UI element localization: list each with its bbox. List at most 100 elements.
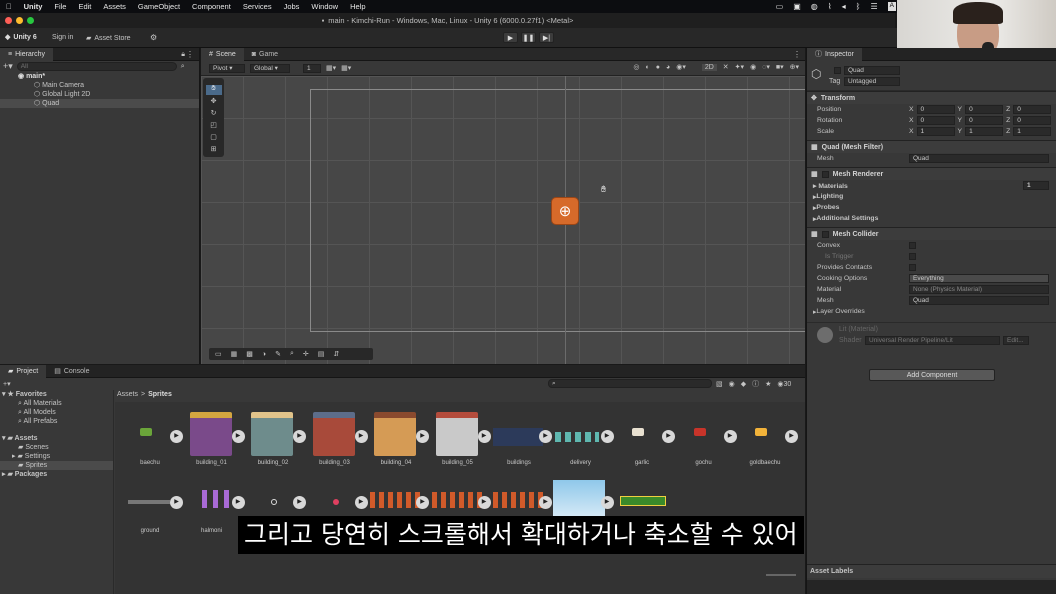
shading-dropdown-icon[interactable]: ◉▾ bbox=[676, 63, 686, 71]
tab-project[interactable]: ▰ Project bbox=[0, 364, 47, 378]
2d-toggle[interactable]: 2D bbox=[701, 63, 717, 71]
audio-toggle-icon[interactable]: ✕ bbox=[723, 63, 729, 71]
menu-edit[interactable]: Edit bbox=[78, 2, 91, 11]
asset-tile[interactable]: ▶ building_02 bbox=[243, 406, 306, 466]
project-search-input[interactable]: ⌕ bbox=[548, 379, 712, 388]
add-component-button[interactable]: Add Component bbox=[869, 369, 995, 381]
tab-console[interactable]: ▤ Console bbox=[46, 365, 97, 378]
position-x-field[interactable]: 0 bbox=[916, 105, 955, 114]
global-dropdown[interactable]: Global ▾ bbox=[250, 63, 290, 73]
add-icon[interactable]: +▾ bbox=[3, 61, 13, 72]
pivot-overlay-icon[interactable]: ✛ bbox=[303, 350, 309, 358]
light-overlay-icon[interactable]: ◑ bbox=[262, 351, 266, 358]
tag-dropdown[interactable]: Untagged bbox=[844, 77, 900, 86]
hierarchy-item-main-camera[interactable]: ⬡ Main Camera bbox=[0, 81, 199, 90]
active-checkbox[interactable] bbox=[834, 67, 841, 74]
asset-tile[interactable]: ▶ baechu bbox=[120, 406, 183, 466]
hand-tool-icon[interactable]: ✋︎ bbox=[205, 85, 222, 95]
quad-object[interactable]: ⊕ bbox=[551, 197, 579, 225]
scene-viewport[interactable]: ⊕ ✋︎ ✋︎ ✥ ↻ ◰ ▢ ⊞ ▭ ▦ ▩ ◑ ✎ ⌕ ✛ ▤ ⇵ bbox=[201, 76, 805, 364]
draw-mode-icon[interactable]: ◎ bbox=[633, 63, 639, 71]
sign-in-button[interactable]: Sign in bbox=[52, 34, 73, 41]
shading-wireframe-icon[interactable]: ◐ bbox=[646, 64, 650, 71]
lighting-foldout[interactable]: ▸ Lighting bbox=[807, 191, 1056, 202]
menu-component[interactable]: Component bbox=[192, 2, 231, 11]
object-name-field[interactable]: Quad bbox=[844, 66, 900, 75]
breadcrumb-sprites[interactable]: Sprites bbox=[148, 391, 172, 398]
materials-count-field[interactable]: 1 bbox=[1023, 181, 1049, 190]
search-scope-icon[interactable]: ▧ bbox=[716, 380, 723, 388]
shader-dropdown[interactable]: Universal Render Pipeline/Lit bbox=[865, 336, 1000, 345]
menu-assets[interactable]: Assets bbox=[103, 2, 126, 11]
asset-labels-bar[interactable]: Asset Labels bbox=[807, 564, 1056, 578]
mesh-renderer-header[interactable]: ▦ Mesh Renderer bbox=[807, 167, 1056, 180]
materials-foldout[interactable]: ▸ Materials 1 bbox=[807, 180, 1056, 191]
favorite-all-models[interactable]: ⌕ All Models bbox=[0, 408, 113, 417]
label-filter-icon[interactable]: ◆ bbox=[741, 380, 746, 388]
favorites-folder[interactable]: ▾ ★ Favorites bbox=[0, 390, 113, 399]
mesh-collider-enabled-checkbox[interactable] bbox=[821, 230, 829, 238]
import-log-icon[interactable]: ⓘ bbox=[752, 379, 759, 389]
panel-menu-icon[interactable]: ⋮ bbox=[793, 50, 801, 59]
menu-window[interactable]: Window bbox=[311, 2, 338, 11]
snap-settings-icon[interactable]: ▦▾ bbox=[341, 64, 351, 72]
favorite-all-materials[interactable]: ⌕ All Materials bbox=[0, 399, 113, 408]
asset-tile[interactable]: ▶ halmoni bbox=[182, 474, 245, 534]
folder-scenes[interactable]: ▰ Scenes bbox=[0, 443, 113, 452]
effects-icon[interactable]: ✦▾ bbox=[735, 63, 744, 71]
scene-item[interactable]: ◉ main* bbox=[0, 72, 199, 81]
add-asset-icon[interactable]: +▾ bbox=[3, 380, 11, 388]
mesh-collider-header[interactable]: ▦ Mesh Collider bbox=[807, 227, 1056, 240]
provides-contacts-checkbox[interactable] bbox=[909, 264, 916, 271]
asset-tile[interactable]: ▶ delivery bbox=[551, 406, 614, 466]
shader-edit-button[interactable]: Edit... bbox=[1003, 336, 1029, 345]
arrange-overlay-icon[interactable]: ⇵ bbox=[333, 350, 339, 358]
scale-z-field[interactable]: 1 bbox=[1013, 127, 1052, 136]
type-filter-icon[interactable]: ◉ bbox=[729, 380, 735, 388]
packages-folder[interactable]: ▸ ▰ Packages bbox=[0, 470, 113, 479]
minimize-window-button[interactable] bbox=[16, 17, 23, 24]
move-tool-icon[interactable]: ✥ bbox=[206, 97, 222, 107]
zoom-slider[interactable] bbox=[766, 574, 796, 576]
wifi-icon[interactable]: ⌇ bbox=[828, 2, 832, 11]
play-sprite-button[interactable]: ▶ bbox=[785, 430, 798, 443]
asset-tile[interactable]: ▶ ground bbox=[120, 474, 183, 534]
scale-tool-icon[interactable]: ◰ bbox=[206, 121, 222, 131]
asset-tile[interactable]: ▶ building_05 bbox=[428, 406, 491, 466]
folder-sprites[interactable]: ▰ Sprites bbox=[0, 461, 113, 470]
position-y-field[interactable]: 0 bbox=[965, 105, 1004, 114]
search-filter-icon[interactable]: ⌕ bbox=[181, 63, 185, 71]
stack-overlay-icon[interactable]: ▤ bbox=[318, 350, 325, 358]
tab-inspector[interactable]: ⓘ Inspector bbox=[807, 47, 862, 61]
hierarchy-item-quad[interactable]: ⬡ Quad bbox=[0, 99, 199, 108]
position-z-field[interactable]: 0 bbox=[1013, 105, 1052, 114]
additional-settings-foldout[interactable]: ▸ Additional Settings bbox=[807, 213, 1056, 224]
cooking-options-dropdown[interactable]: Everything bbox=[909, 274, 1049, 283]
physics-material-field[interactable]: None (Physics Material) bbox=[909, 285, 1049, 294]
rotation-x-field[interactable]: 0 bbox=[916, 116, 955, 125]
asset-tile[interactable]: ▶ building_04 bbox=[366, 406, 429, 466]
rotation-y-field[interactable]: 0 bbox=[965, 116, 1004, 125]
shading-shaded-icon[interactable]: ● bbox=[656, 64, 660, 71]
menu-file[interactable]: File bbox=[54, 2, 66, 11]
mesh-filter-mesh-field[interactable]: Quad bbox=[909, 154, 1049, 163]
cloud-settings-icon[interactable]: ⚙ bbox=[150, 33, 157, 42]
step-button[interactable]: ▶| bbox=[539, 32, 554, 43]
hidden-objects-icon[interactable]: ◉ bbox=[750, 63, 756, 71]
unity-account[interactable]: ◆ Unity 6 bbox=[5, 33, 37, 42]
rect-tool-icon[interactable]: ▢ bbox=[206, 133, 222, 143]
scale-y-field[interactable]: 1 bbox=[965, 127, 1004, 136]
pause-button[interactable]: ❚❚ bbox=[521, 32, 536, 43]
hierarchy-item-global-light[interactable]: ⬡ Global Light 2D bbox=[0, 90, 199, 99]
asset-store-button[interactable]: ▰ Asset Store bbox=[86, 34, 131, 43]
collider-mesh-field[interactable]: Quad bbox=[909, 296, 1049, 305]
app-menu[interactable]: Unity bbox=[24, 2, 43, 11]
zoom-overlay-icon[interactable]: ⌕ bbox=[290, 350, 294, 358]
record-icon[interactable]: ▭ bbox=[776, 2, 784, 11]
display-icon[interactable]: ▣ bbox=[793, 2, 801, 11]
menu-gameobject[interactable]: GameObject bbox=[138, 2, 180, 11]
shading-lit-icon[interactable]: ◕ bbox=[666, 64, 670, 71]
asset-tile[interactable]: ▶ buildings bbox=[489, 406, 552, 466]
layer-overrides-foldout[interactable]: ▸ Layer Overrides bbox=[807, 306, 1056, 317]
menu-services[interactable]: Services bbox=[243, 2, 272, 11]
